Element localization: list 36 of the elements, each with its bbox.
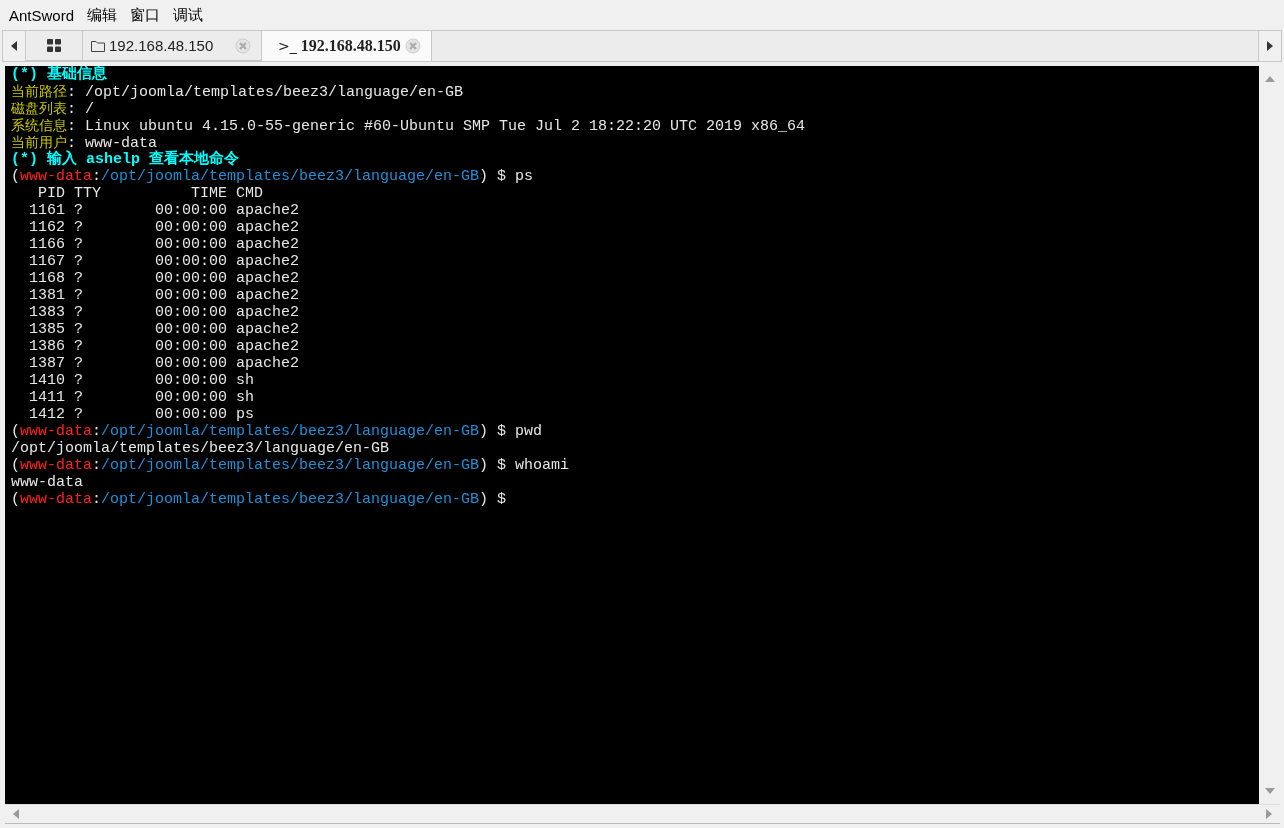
menu-item[interactable]: 编辑: [82, 5, 126, 25]
command-output: 1387 ? 00:00:00 apache2: [28, 355, 301, 372]
tab[interactable]: >_ 192.168.48.150: [262, 31, 432, 61]
section-heading: (*) 输入 ashelp 查看本地命令: [11, 151, 241, 168]
command-output: 1162 ? 00:00:00 apache2: [28, 219, 301, 236]
command-output: /opt/joomla/templates/beez3/language/en-GB: [11, 440, 391, 457]
section-heading: (*) 基础信息: [11, 66, 108, 83]
tab[interactable]: 192.168.48.150: [83, 31, 262, 61]
shell-prompt: (www-data:/opt/joomla/templates/beez3/language/en-GB) $ ps: [11, 168, 535, 185]
shell-prompt: (www-data:/opt/joomla/templates/beez3/language/en-GB) $: [11, 491, 508, 508]
command-output: PID TTY TIME CMD: [37, 185, 265, 202]
command-output: 1166 ? 00:00:00 apache2: [28, 236, 301, 253]
info-label: 磁盘列表: [11, 100, 67, 116]
info-value: : /opt/joomla/templates/beez3/language/en-GB: [67, 84, 464, 101]
info-label: 当前路径: [11, 83, 67, 99]
command-output: www-data: [11, 474, 84, 491]
command-output: 1161 ? 00:00:00 apache2: [28, 202, 301, 219]
command-output: 1385 ? 00:00:00 apache2: [28, 321, 301, 338]
info-label: 系统信息: [11, 117, 67, 133]
command-output: 1168 ? 00:00:00 apache2: [28, 270, 301, 287]
info-label: 当前用户: [11, 134, 67, 150]
info-value: : /: [67, 101, 94, 118]
menu-item[interactable]: 窗口: [125, 5, 169, 25]
command-output: 1167 ? 00:00:00 apache2: [28, 253, 301, 270]
command-output: 1381 ? 00:00:00 apache2: [28, 287, 301, 304]
command-output: 1386 ? 00:00:00 apache2: [28, 338, 301, 355]
info-value: : Linux ubuntu 4.15.0-55-generic #60-Ubuntu SMP Tue Jul 2 18:22:20 UTC 2019 x86_64: [67, 118, 806, 135]
menu-item[interactable]: AntSword: [4, 6, 83, 24]
shell-prompt: (www-data:/opt/joomla/templates/beez3/language/en-GB) $ whoami: [11, 457, 571, 474]
command-output: 1411 ? 00:00:00 sh: [28, 389, 256, 406]
command-output: 1410 ? 00:00:00 sh: [28, 372, 256, 389]
command-output: 1383 ? 00:00:00 apache2: [28, 304, 301, 321]
menu-item[interactable]: 调试: [168, 5, 212, 25]
terminal-icon: >_: [278, 38, 297, 54]
command-output: 1412 ? 00:00:00 ps: [28, 406, 256, 423]
shell-prompt: (www-data:/opt/joomla/templates/beez3/language/en-GB) $ pwd: [11, 423, 544, 440]
